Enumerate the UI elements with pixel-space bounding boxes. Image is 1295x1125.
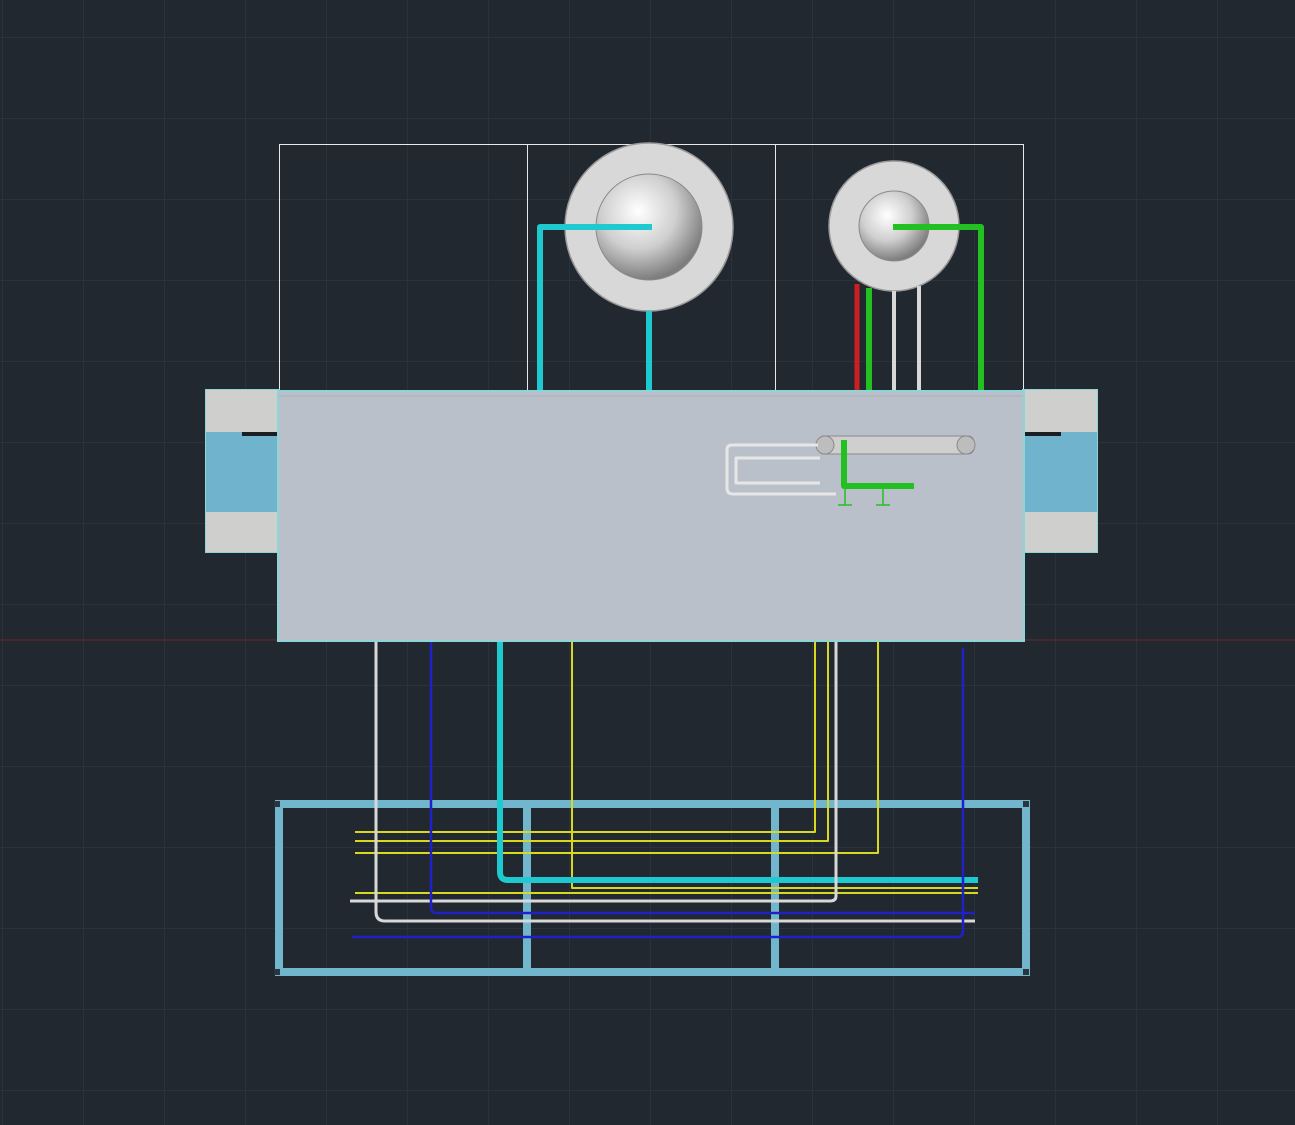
right-support[interactable] bbox=[1022, 389, 1098, 553]
pipe-yellow-set bbox=[355, 642, 978, 894]
drawing-canvas[interactable] bbox=[0, 0, 1295, 1125]
pipe-bundle[interactable] bbox=[350, 642, 978, 939]
left-support[interactable] bbox=[205, 389, 280, 553]
model-space-viewport[interactable] bbox=[0, 0, 1295, 1125]
main-slab[interactable] bbox=[277, 390, 1025, 642]
pipe-white-top[interactable] bbox=[892, 286, 921, 392]
